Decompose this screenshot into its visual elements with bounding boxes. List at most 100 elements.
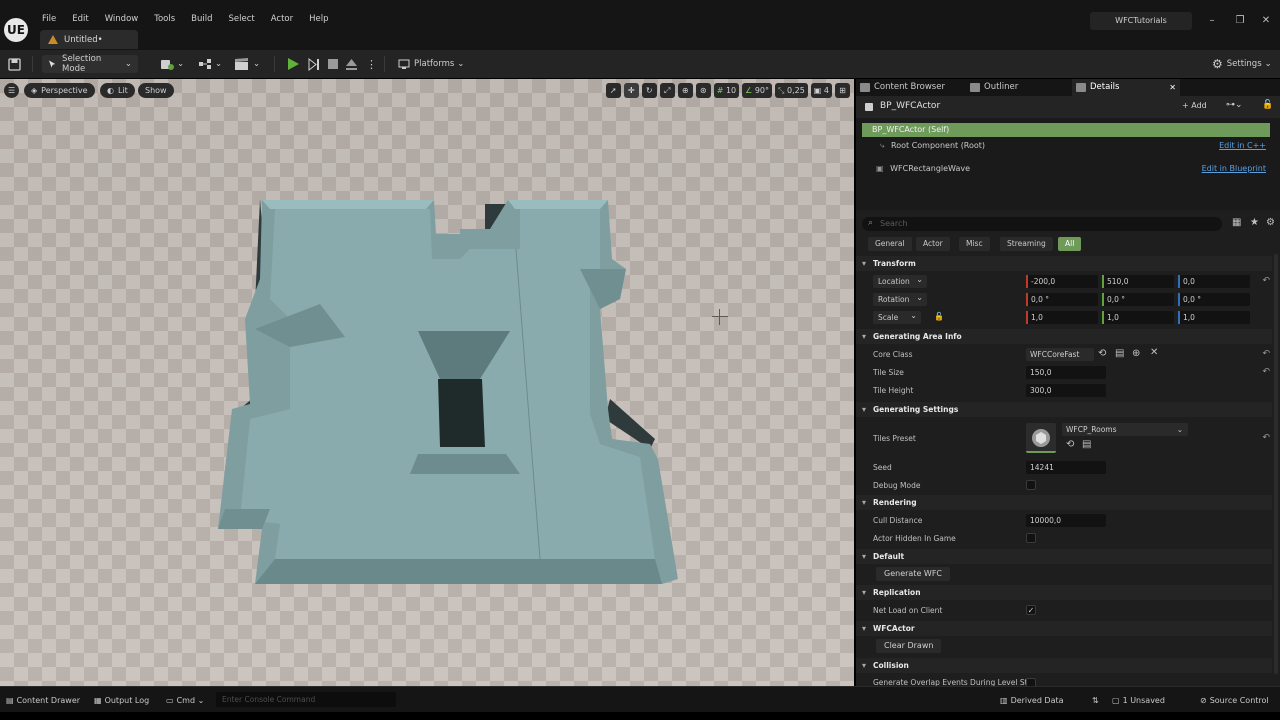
blueprint-options-icon[interactable]: ⊶⌄: [1226, 100, 1243, 110]
scale-tool-button[interactable]: ⤢: [659, 83, 675, 98]
star-icon[interactable]: ★: [1250, 217, 1259, 228]
cinematics-button[interactable]: ⌄: [234, 55, 260, 73]
derived-data-button[interactable]: ▥ Derived Data: [1000, 694, 1064, 708]
table-view-icon[interactable]: ▦: [1232, 217, 1241, 228]
add-component-button[interactable]: + Add: [1182, 101, 1207, 110]
clear-icon[interactable]: ✕: [1150, 347, 1158, 358]
translate-tool-button[interactable]: ✛: [623, 83, 639, 98]
tile-height-field[interactable]: 300,0: [1026, 384, 1106, 397]
lock-icon[interactable]: 🔓: [1262, 100, 1273, 110]
maximize-viewport-button[interactable]: ⊞: [835, 83, 850, 98]
rotation-z-field[interactable]: 0,0 °: [1178, 293, 1250, 306]
close-window-button[interactable]: ✕: [1259, 14, 1273, 28]
revision-control-icon[interactable]: ⇅: [1092, 694, 1099, 708]
console-input[interactable]: Enter Console Command: [216, 692, 396, 707]
menu-actor[interactable]: Actor: [263, 12, 301, 26]
wfc-mesh[interactable]: [0, 79, 854, 686]
add-icon[interactable]: ⊕: [1132, 348, 1140, 359]
component-self[interactable]: BP_WFCActor (Self): [862, 123, 1270, 137]
scale-snap-button[interactable]: ⤡ 0,25: [775, 83, 808, 98]
details-scrollbar[interactable]: [1274, 254, 1278, 674]
reset-icon[interactable]: ↶: [1262, 367, 1270, 377]
scale-dropdown[interactable]: Scale: [873, 309, 921, 324]
scale-z-field[interactable]: 1,0: [1178, 311, 1250, 324]
select-tool-button[interactable]: ➚: [605, 83, 621, 98]
settings-dropdown[interactable]: ⚙ Settings ⌄: [1212, 55, 1272, 73]
cmd-dropdown[interactable]: ▭ Cmd ⌄: [166, 694, 204, 708]
details-search-input[interactable]: Search: [862, 217, 1222, 231]
edit-in-blueprint-link[interactable]: Edit in Blueprint: [1202, 162, 1266, 176]
menu-edit[interactable]: Edit: [64, 12, 96, 26]
lock-icon[interactable]: 🔓: [934, 312, 944, 321]
section-transform[interactable]: Transform: [856, 256, 1272, 271]
source-control-button[interactable]: ⊘ Source Control: [1200, 694, 1269, 708]
section-replication[interactable]: Replication: [856, 585, 1272, 600]
section-wfcactor[interactable]: WFCActor: [856, 621, 1272, 636]
blueprint-button[interactable]: ⌄: [198, 55, 222, 73]
location-y-field[interactable]: 510,0: [1102, 275, 1174, 288]
rotation-y-field[interactable]: 0,0 °: [1102, 293, 1174, 306]
component-wfc-wave[interactable]: ▣ WFCRectangleWave Edit in Blueprint: [864, 162, 1272, 176]
reset-icon[interactable]: ↶: [1262, 433, 1270, 443]
section-generating-area[interactable]: Generating Area Info: [856, 329, 1272, 344]
clear-drawn-button[interactable]: Clear Drawn: [876, 639, 942, 653]
filter-actor[interactable]: Actor: [916, 237, 950, 251]
tiles-preset-dropdown[interactable]: WFCP_Rooms ⌄: [1062, 423, 1188, 436]
core-class-dropdown[interactable]: WFCCoreFast: [1026, 348, 1094, 361]
surface-snap-button[interactable]: ⊛: [695, 83, 711, 98]
unsaved-button[interactable]: ▢ 1 Unsaved: [1112, 694, 1165, 708]
menu-select[interactable]: Select: [221, 12, 263, 26]
scale-y-field[interactable]: 1,0: [1102, 311, 1174, 324]
content-drawer-button[interactable]: ▤ Content Drawer: [6, 694, 80, 708]
edit-in-cpp-link[interactable]: Edit in C++: [1219, 139, 1266, 153]
reset-icon[interactable]: ↶: [1262, 349, 1270, 359]
generate-wfc-button[interactable]: Generate WFC: [876, 567, 951, 581]
preset-thumbnail[interactable]: [1026, 423, 1056, 453]
section-generating-settings[interactable]: Generating Settings: [856, 402, 1272, 417]
component-root[interactable]: ⤷ Root Component (Root) Edit in C++: [864, 139, 1272, 153]
selection-mode-dropdown[interactable]: Selection Mode ⌄: [42, 54, 138, 74]
output-log-button[interactable]: ▦ Output Log: [94, 694, 149, 708]
scale-x-field[interactable]: 1,0: [1026, 311, 1098, 324]
menu-build[interactable]: Build: [183, 12, 220, 26]
eject-button[interactable]: [345, 55, 358, 73]
play-options-button[interactable]: ⋮: [366, 55, 377, 73]
camera-speed-button[interactable]: ▣ 4: [810, 83, 832, 98]
debug-mode-checkbox[interactable]: [1026, 480, 1036, 490]
location-dropdown[interactable]: Location: [873, 273, 927, 288]
reset-icon[interactable]: ↶: [1262, 276, 1270, 286]
browse-arrow-icon[interactable]: ⟲: [1066, 439, 1074, 450]
overlap-events-checkbox[interactable]: [1026, 678, 1036, 686]
net-load-checkbox[interactable]: ✓: [1026, 605, 1036, 615]
browse-folder-icon[interactable]: ▤: [1115, 348, 1124, 359]
world-space-button[interactable]: ⊕: [677, 83, 693, 98]
close-tab-icon[interactable]: ✕: [1169, 79, 1176, 96]
stop-button[interactable]: [327, 55, 339, 73]
rotation-dropdown[interactable]: Rotation: [873, 291, 927, 306]
platforms-dropdown[interactable]: Platforms ⌄: [398, 55, 464, 73]
unreal-logo[interactable]: UE: [4, 18, 28, 42]
menu-file[interactable]: File: [34, 12, 64, 26]
filter-misc[interactable]: Misc: [959, 237, 990, 251]
tab-content-browser[interactable]: Content Browser: [856, 79, 974, 96]
section-collision[interactable]: Collision: [856, 658, 1272, 673]
rotation-snap-button[interactable]: ∠ 90°: [742, 83, 773, 98]
menu-help[interactable]: Help: [301, 12, 336, 26]
actor-hidden-checkbox[interactable]: [1026, 533, 1036, 543]
seed-field[interactable]: 14241: [1026, 461, 1106, 474]
tab-outliner[interactable]: Outliner: [966, 79, 1066, 96]
cull-distance-field[interactable]: 10000,0: [1026, 514, 1106, 527]
play-button[interactable]: [286, 55, 300, 73]
add-actor-button[interactable]: ⌄: [160, 55, 184, 73]
filter-streaming[interactable]: Streaming: [1000, 237, 1053, 251]
maximize-button[interactable]: ❐: [1233, 14, 1247, 28]
filter-all[interactable]: All: [1058, 237, 1082, 251]
menu-tools[interactable]: Tools: [146, 12, 183, 26]
rotate-tool-button[interactable]: ↻: [641, 83, 657, 98]
browse-arrow-icon[interactable]: ⟲: [1098, 348, 1106, 359]
perspective-button[interactable]: ◈ Perspective: [24, 83, 95, 98]
filter-general[interactable]: General: [868, 237, 912, 251]
level-tab[interactable]: Untitled•: [40, 30, 138, 49]
gear-icon[interactable]: ⚙: [1266, 217, 1275, 228]
level-viewport[interactable]: ☰ ◈ Perspective ◐ Lit Show ➚ ✛ ↻ ⤢ ⊕ ⊛ #…: [0, 79, 854, 686]
